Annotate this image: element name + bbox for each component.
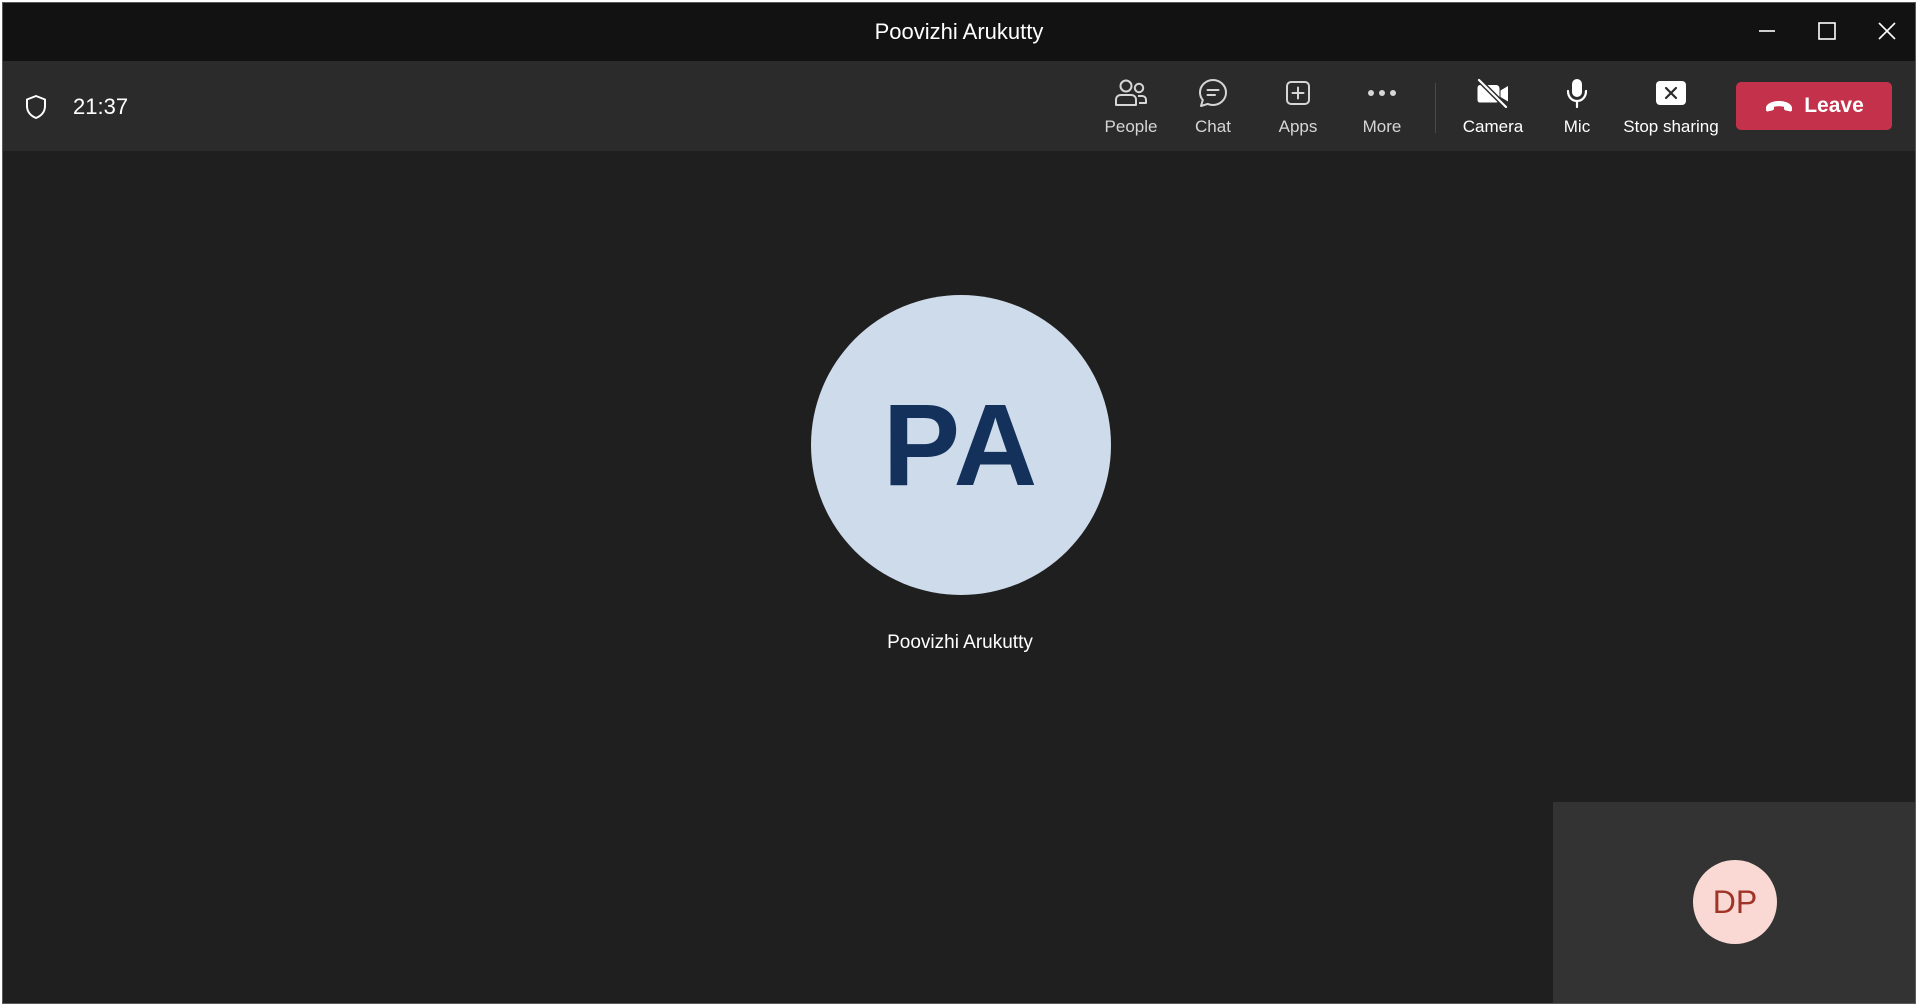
meeting-stage: PA Poovizhi Arukutty DP xyxy=(3,151,1915,1003)
apps-label: Apps xyxy=(1278,117,1318,136)
maximize-button[interactable] xyxy=(1797,3,1857,59)
mic-button[interactable]: Mic xyxy=(1560,75,1594,141)
apps-icon xyxy=(1286,81,1310,105)
apps-button[interactable]: Apps xyxy=(1277,75,1319,141)
self-view-tile[interactable]: DP xyxy=(1553,802,1915,1003)
chat-button[interactable]: Chat xyxy=(1193,75,1233,141)
more-icon xyxy=(1368,90,1396,96)
camera-button[interactable]: Camera xyxy=(1463,75,1523,141)
camera-label: Camera xyxy=(1462,117,1524,136)
maximize-icon xyxy=(1818,22,1836,40)
people-label: People xyxy=(1104,117,1158,136)
hang-up-icon xyxy=(1766,101,1793,112)
leave-label: Leave xyxy=(1804,94,1864,117)
window-title: Poovizhi Arukutty xyxy=(874,19,1044,44)
people-icon xyxy=(1115,79,1147,106)
stop-sharing-icon xyxy=(1656,81,1686,105)
more-button[interactable]: More xyxy=(1360,75,1404,141)
mic-icon xyxy=(1566,79,1588,109)
meeting-timer: 21:37 xyxy=(73,94,129,119)
mic-label: Mic xyxy=(1563,117,1591,136)
close-icon xyxy=(1878,22,1896,40)
minimize-icon xyxy=(1759,30,1775,32)
stop-sharing-button[interactable]: Stop sharing xyxy=(1623,75,1719,141)
leave-button[interactable]: Leave xyxy=(1736,82,1892,130)
chat-label: Chat xyxy=(1195,117,1231,136)
self-avatar: DP xyxy=(1693,860,1777,944)
meeting-window: Poovizhi Arukutty 21:37 People Chat Apps… xyxy=(2,2,1916,1004)
participant-name: Poovizhi Arukutty xyxy=(887,632,1033,653)
stop-sharing-label: Stop sharing xyxy=(1623,117,1719,136)
title-bar: Poovizhi Arukutty xyxy=(3,3,1915,61)
people-button[interactable]: People xyxy=(1104,75,1158,141)
meeting-toolbar: 21:37 People Chat Apps More Camera Mic S… xyxy=(3,61,1915,151)
participant-avatar: PA xyxy=(811,295,1111,595)
shield-icon xyxy=(26,95,46,119)
toolbar-divider xyxy=(1435,83,1436,133)
more-label: More xyxy=(1362,117,1402,136)
camera-off-icon xyxy=(1477,78,1508,108)
minimize-button[interactable] xyxy=(1737,3,1797,59)
chat-icon xyxy=(1199,79,1227,107)
close-button[interactable] xyxy=(1857,3,1915,59)
